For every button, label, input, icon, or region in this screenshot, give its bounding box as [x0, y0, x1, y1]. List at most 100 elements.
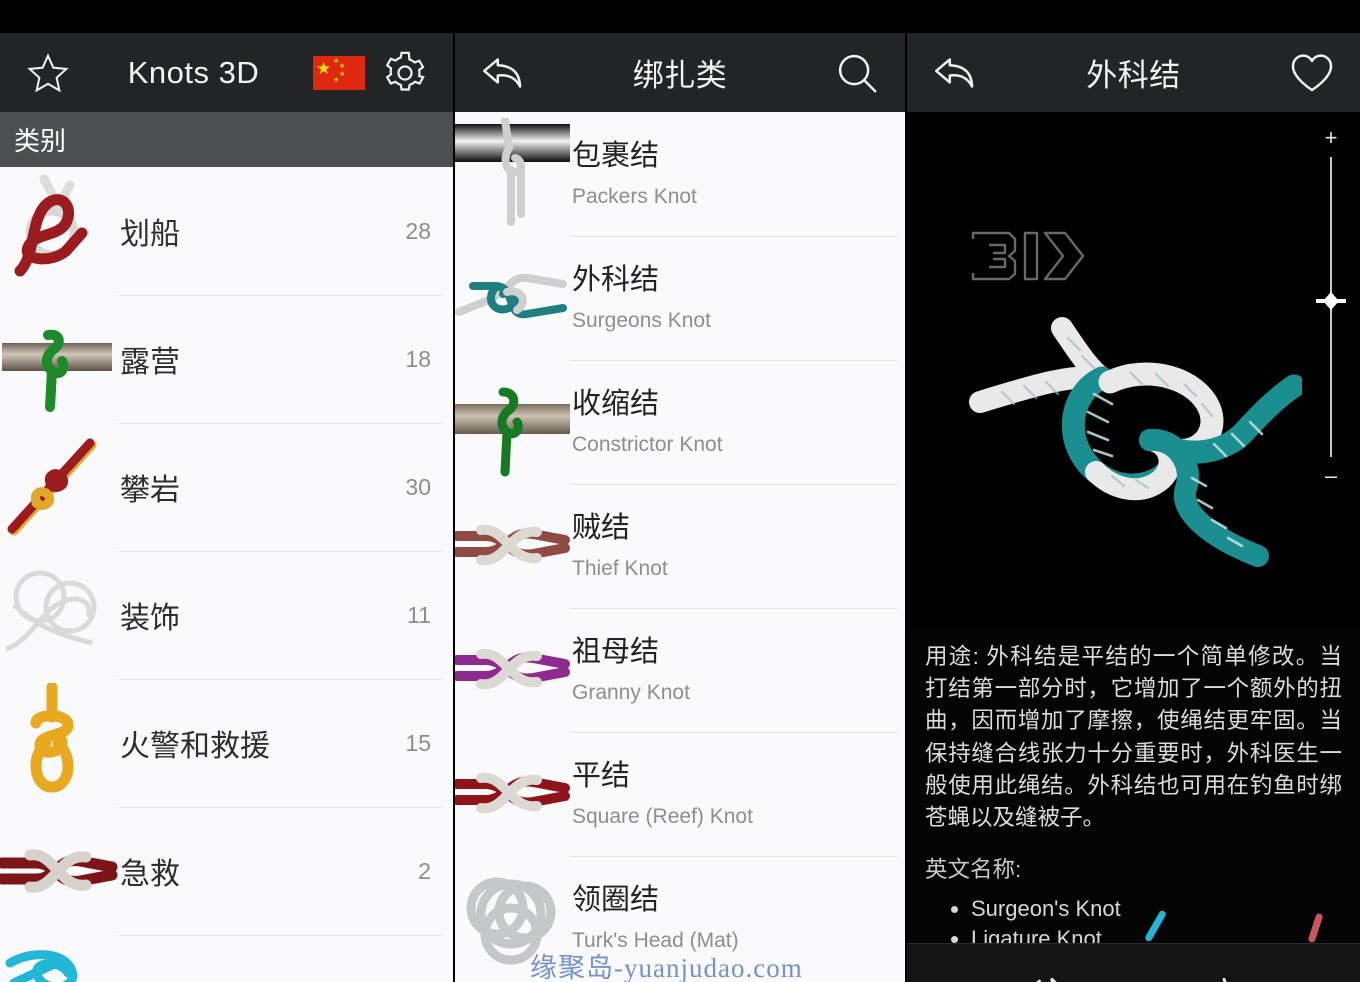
- knot-text: 平结 Square (Reef) Knot: [570, 759, 905, 830]
- knot-description: 用途: 外科结是平结的一个简单修改。当打结第一部分时，它增加了一个额外的扭曲，因…: [907, 627, 1360, 943]
- heart-outline-icon[interactable]: [1286, 47, 1338, 99]
- categories-panel: Knots 3D ★ ★ ★ ★ ★ 类别 划船 28 露营 18 攀岩 30 …: [0, 33, 453, 982]
- knot-name-cn: 平结: [572, 759, 631, 792]
- knot-name-en: Thief Knot: [572, 557, 668, 581]
- gear-icon[interactable]: [379, 47, 431, 99]
- knot-name-cn: 包裹结: [572, 139, 660, 172]
- star-outline-icon[interactable]: [22, 47, 74, 99]
- mid-action-bar: 绑扎类: [455, 33, 905, 112]
- knot-name-cn: 祖母结: [572, 635, 660, 668]
- left-action-bar: Knots 3D ★ ★ ★ ★ ★: [0, 33, 453, 112]
- knot-name-en: Turk's Head (Mat): [572, 929, 739, 953]
- knot-name-en: Constrictor Knot: [572, 433, 723, 457]
- rotate-360-icon[interactable]: 360°: [1185, 964, 1263, 982]
- app-screen: Knots 3D ★ ★ ★ ★ ★ 类别 划船 28 露营 18 攀岩 30 …: [0, 0, 1360, 982]
- right-action-bar: 外科结: [907, 33, 1360, 112]
- knot-name-cn: 收缩结: [572, 387, 660, 420]
- status-bar: [0, 0, 1360, 33]
- climbing-knot-thumb: [0, 427, 118, 547]
- zoom-in-label[interactable]: +: [1316, 127, 1346, 149]
- knot-name-cn: 外科结: [572, 263, 660, 296]
- knot-list-item[interactable]: 包裹结 Packers Knot: [455, 112, 905, 236]
- category-name: 火警和救援: [120, 730, 270, 763]
- knot-text: 包裹结 Packers Knot: [570, 139, 905, 210]
- knot-name-en: Packers Knot: [572, 185, 697, 209]
- category-name: 攀岩: [120, 474, 180, 507]
- category-count: 28: [405, 217, 431, 244]
- knot-name-en: Surgeons Knot: [572, 309, 711, 333]
- fullscreen-icon[interactable]: [1276, 964, 1354, 982]
- knot-text: 领圈结 Turk's Head (Mat): [570, 883, 905, 954]
- category-name: 划船: [120, 218, 180, 251]
- category-row[interactable]: 划船 28: [0, 167, 453, 295]
- viewer-toolbar: 360°: [907, 943, 1360, 982]
- knot-text: 祖母结 Granny Knot: [570, 635, 905, 706]
- category-row[interactable]: 露营 18: [0, 295, 453, 423]
- camping-knot-thumb: [0, 299, 118, 419]
- back-arrow-icon[interactable]: [477, 47, 529, 99]
- knot-name-cn: 贼结: [572, 511, 631, 544]
- knot-text: 贼结 Thief Knot: [570, 511, 905, 582]
- knot-name-cn: 领圈结: [572, 883, 660, 916]
- category-count: 30: [405, 473, 431, 500]
- granny-knot-thumb: [455, 614, 570, 726]
- zoom-slider-handle[interactable]: [1316, 292, 1346, 310]
- knot-list-item[interactable]: 收缩结 Constrictor Knot: [455, 360, 905, 484]
- knot-3d-viewer[interactable]: + –: [907, 112, 1360, 627]
- category-row[interactable]: 攀岩 30: [0, 423, 453, 551]
- knots-list-title: 绑扎类: [632, 58, 728, 93]
- flip-rotate-icon[interactable]: [1004, 964, 1082, 982]
- step-back-icon[interactable]: [913, 964, 991, 982]
- 3d-logo-icon: [969, 227, 1089, 290]
- category-count: 2: [418, 857, 431, 884]
- china-flag-icon[interactable]: ★ ★ ★ ★ ★: [313, 55, 365, 90]
- categories-list[interactable]: 划船 28 露营 18 攀岩 30 装饰 11 火警和救援 15 急救 2: [0, 167, 453, 982]
- fishing-knot-thumb: [0, 939, 118, 982]
- knot-name-en: Square (Reef) Knot: [572, 805, 753, 829]
- category-name: 钓鱼: [118, 977, 405, 982]
- knots-list[interactable]: 包裹结 Packers Knot 外科结 Surgeons Knot 收缩结 C…: [455, 112, 905, 982]
- categories-header-label: 类别: [14, 126, 67, 156]
- knot-detail-title: 外科结: [1086, 58, 1181, 93]
- category-row[interactable]: 火警和救援 15: [0, 679, 453, 807]
- category-count: 18: [405, 345, 431, 372]
- knot-usage-text: 用途: 外科结是平结的一个简单修改。当打结第一部分时，它增加了一个额外的扭曲，因…: [925, 644, 1342, 830]
- thief-knot-thumb: [455, 490, 570, 602]
- category-row[interactable]: 钓鱼 23: [0, 935, 453, 982]
- knot-3d-model[interactable]: [962, 282, 1306, 587]
- left-header-actions: ★ ★ ★ ★ ★: [313, 47, 431, 99]
- category-row[interactable]: 急救 2: [0, 807, 453, 935]
- app-title: Knots 3D: [127, 54, 260, 90]
- category-row[interactable]: 装饰 11: [0, 551, 453, 679]
- knots-list-panel: 绑扎类 包裹结 Packers Knot 外科结 Surgeons Knot 收…: [455, 33, 905, 982]
- surgeons-knot-thumb: [455, 242, 570, 354]
- categories-header: 类别: [0, 112, 453, 167]
- square-reef-knot-thumb: [455, 738, 570, 850]
- category-name: 露营: [120, 346, 180, 379]
- english-names-label: 英文名称:: [925, 857, 1022, 883]
- knot-list-item[interactable]: 贼结 Thief Knot: [455, 484, 905, 608]
- search-icon[interactable]: [831, 47, 883, 99]
- zoom-slider[interactable]: + –: [1316, 127, 1346, 487]
- fire-rescue-knot-thumb: [0, 681, 118, 803]
- category-count: 15: [405, 729, 431, 756]
- knot-list-item[interactable]: 外科结 Surgeons Knot: [455, 236, 905, 360]
- knot-list-item[interactable]: 领圈结 Turk's Head (Mat): [455, 856, 905, 980]
- turks-head-knot-thumb: [455, 862, 570, 974]
- knot-text: 收缩结 Constrictor Knot: [570, 387, 905, 458]
- knot-list-item[interactable]: 平结 Square (Reef) Knot: [455, 732, 905, 856]
- knot-list-item[interactable]: 祖母结 Granny Knot: [455, 608, 905, 732]
- constrictor-knot-thumb: [455, 366, 570, 478]
- knot-detail-panel: 外科结 + – 用途: 外科结是平结的一个简单修改。当打结第一部分时，它增加了一…: [907, 33, 1360, 982]
- rowing-knot-thumb: [0, 171, 118, 291]
- knot-name-en: Granny Knot: [572, 681, 690, 705]
- first-aid-knot-thumb: [0, 811, 118, 931]
- back-arrow-icon[interactable]: [929, 47, 981, 99]
- category-name: 急救: [120, 858, 180, 891]
- category-name: 装饰: [120, 602, 180, 635]
- knot-text: 外科结 Surgeons Knot: [570, 263, 905, 334]
- category-count: 11: [407, 601, 431, 628]
- zoom-out-label[interactable]: –: [1316, 465, 1346, 487]
- packers-knot-thumb: [455, 116, 570, 230]
- play-icon[interactable]: [1094, 964, 1172, 982]
